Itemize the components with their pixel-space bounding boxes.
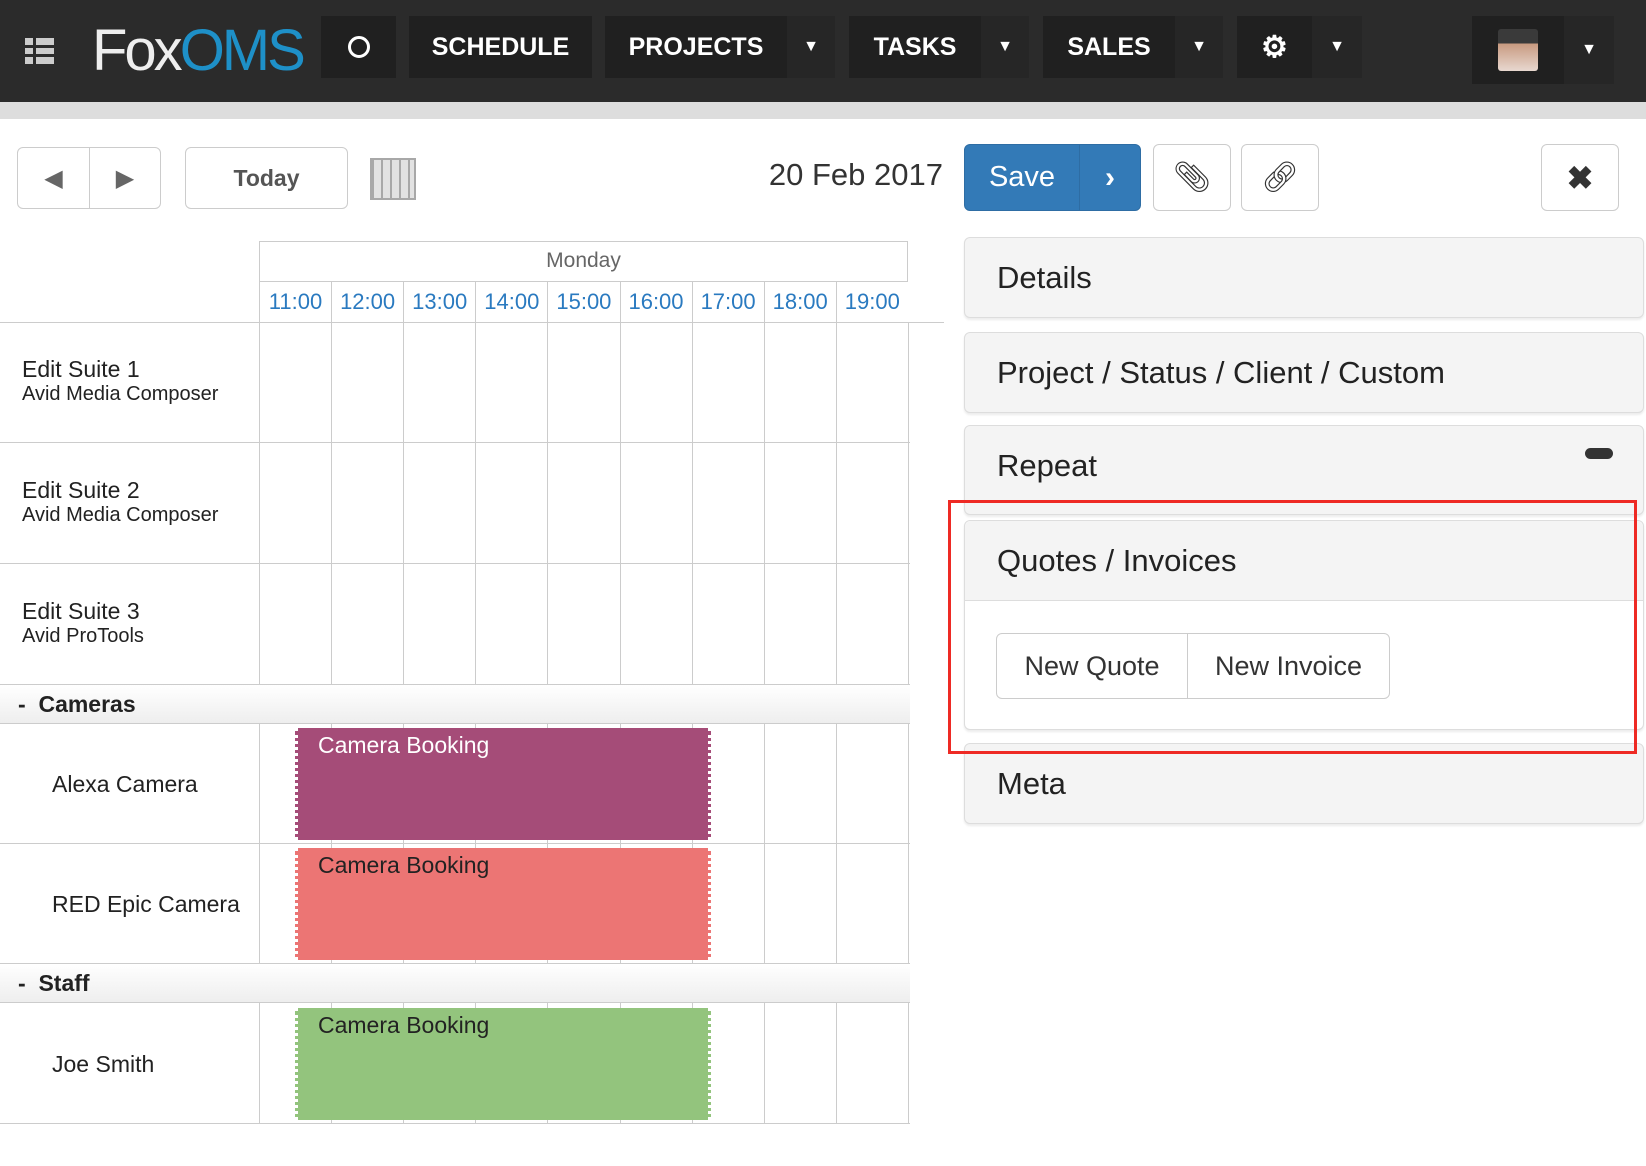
save-options-chevron-icon[interactable]: ›	[1079, 144, 1141, 211]
grid-line	[403, 322, 405, 684]
hour-header: 14:00	[475, 281, 547, 322]
nav-projects[interactable]: PROJECTS	[605, 16, 787, 78]
grid-line	[835, 1003, 837, 1123]
grid-line	[259, 322, 260, 684]
link-icon[interactable]: 🔗︎	[1241, 144, 1319, 211]
resource-label: Edit Suite 1 Avid Media Composer	[22, 356, 219, 405]
settings-gear-icon[interactable]: ⚙	[1237, 16, 1312, 78]
user-avatar[interactable]	[1472, 16, 1564, 84]
collapse-toggle[interactable]: -	[18, 970, 26, 997]
settings-dropdown-caret-icon[interactable]: ▼	[1312, 16, 1362, 78]
booking-alexa-camera[interactable]: Camera Booking	[295, 728, 711, 840]
save-button[interactable]: Save	[964, 144, 1080, 211]
grid-line	[0, 322, 944, 323]
day-header: Monday	[259, 241, 908, 281]
grid-line	[475, 322, 477, 684]
panel-details[interactable]: Details	[964, 237, 1644, 318]
hour-header: 13:00	[403, 281, 475, 322]
calendar-picker-icon[interactable]	[370, 158, 416, 200]
projects-dropdown-caret-icon[interactable]: ▼	[787, 16, 835, 78]
nav-sales[interactable]: SALES	[1043, 16, 1175, 78]
resource-label: Edit Suite 3 Avid ProTools	[22, 598, 144, 647]
prev-day-button[interactable]: ◀	[17, 147, 90, 209]
hour-header: 16:00	[619, 281, 692, 322]
resource-label: Alexa Camera	[52, 771, 198, 797]
dashboard-button[interactable]	[321, 16, 396, 78]
hour-header: 11:00	[259, 281, 331, 322]
grid-line	[331, 322, 333, 684]
sales-dropdown-caret-icon[interactable]: ▼	[1175, 16, 1223, 78]
collapse-toggle[interactable]: -	[18, 691, 26, 718]
grid-line	[0, 563, 910, 564]
grid-line	[0, 442, 910, 443]
nav-schedule[interactable]: SCHEDULE	[409, 16, 592, 78]
panel-project-status-client-custom[interactable]: Project / Status / Client / Custom	[964, 332, 1644, 413]
hour-header: 18:00	[763, 281, 836, 322]
user-dropdown-caret-icon[interactable]: ▼	[1564, 16, 1614, 84]
close-icon[interactable]: ✖	[1541, 144, 1619, 211]
current-date: 20 Feb 2017	[768, 157, 943, 192]
group-cameras[interactable]: - Cameras	[0, 684, 910, 724]
separator-strip	[0, 102, 1646, 119]
grid-line	[619, 322, 621, 684]
hour-header: 15:00	[547, 281, 619, 322]
today-button[interactable]: Today	[185, 147, 348, 209]
grid-line	[0, 843, 910, 844]
grid-line	[691, 322, 693, 684]
hour-header: 17:00	[691, 281, 764, 322]
grid-line	[907, 322, 909, 684]
resource-label: Edit Suite 2 Avid Media Composer	[22, 477, 219, 526]
grid-line	[835, 322, 837, 684]
foxoms-logo[interactable]: FoxOMS	[92, 20, 306, 82]
booking-red-epic-camera[interactable]: Camera Booking	[295, 848, 711, 960]
grid-line	[907, 1003, 909, 1123]
booking-joe-smith[interactable]: Camera Booking	[295, 1008, 711, 1120]
nav-tasks[interactable]: TASKS	[849, 16, 981, 78]
group-staff[interactable]: - Staff	[0, 963, 910, 1003]
grid-line	[259, 1003, 260, 1123]
grid-line	[763, 1003, 765, 1123]
tasks-dropdown-caret-icon[interactable]: ▼	[981, 16, 1029, 78]
grid-line	[547, 322, 549, 684]
dashboard-gauge-icon	[347, 36, 370, 58]
attachment-paperclip-icon[interactable]: 📎︎	[1153, 144, 1231, 211]
hour-header: 12:00	[331, 281, 403, 322]
resource-label: RED Epic Camera	[52, 891, 240, 917]
repeat-toggle-icon[interactable]	[1585, 448, 1613, 459]
grid-line	[763, 322, 765, 684]
hour-header: 19:00	[835, 281, 908, 322]
resource-label: Joe Smith	[52, 1051, 155, 1077]
menu-grid-icon[interactable]	[25, 38, 54, 64]
next-day-button[interactable]: ▶	[89, 147, 161, 209]
grid-line	[0, 1123, 910, 1124]
panel-meta[interactable]: Meta	[964, 743, 1644, 824]
highlight-box	[948, 500, 1637, 754]
top-navbar: FoxOMS SCHEDULE PROJECTS ▼ TASKS ▼ SALES…	[0, 0, 1646, 102]
